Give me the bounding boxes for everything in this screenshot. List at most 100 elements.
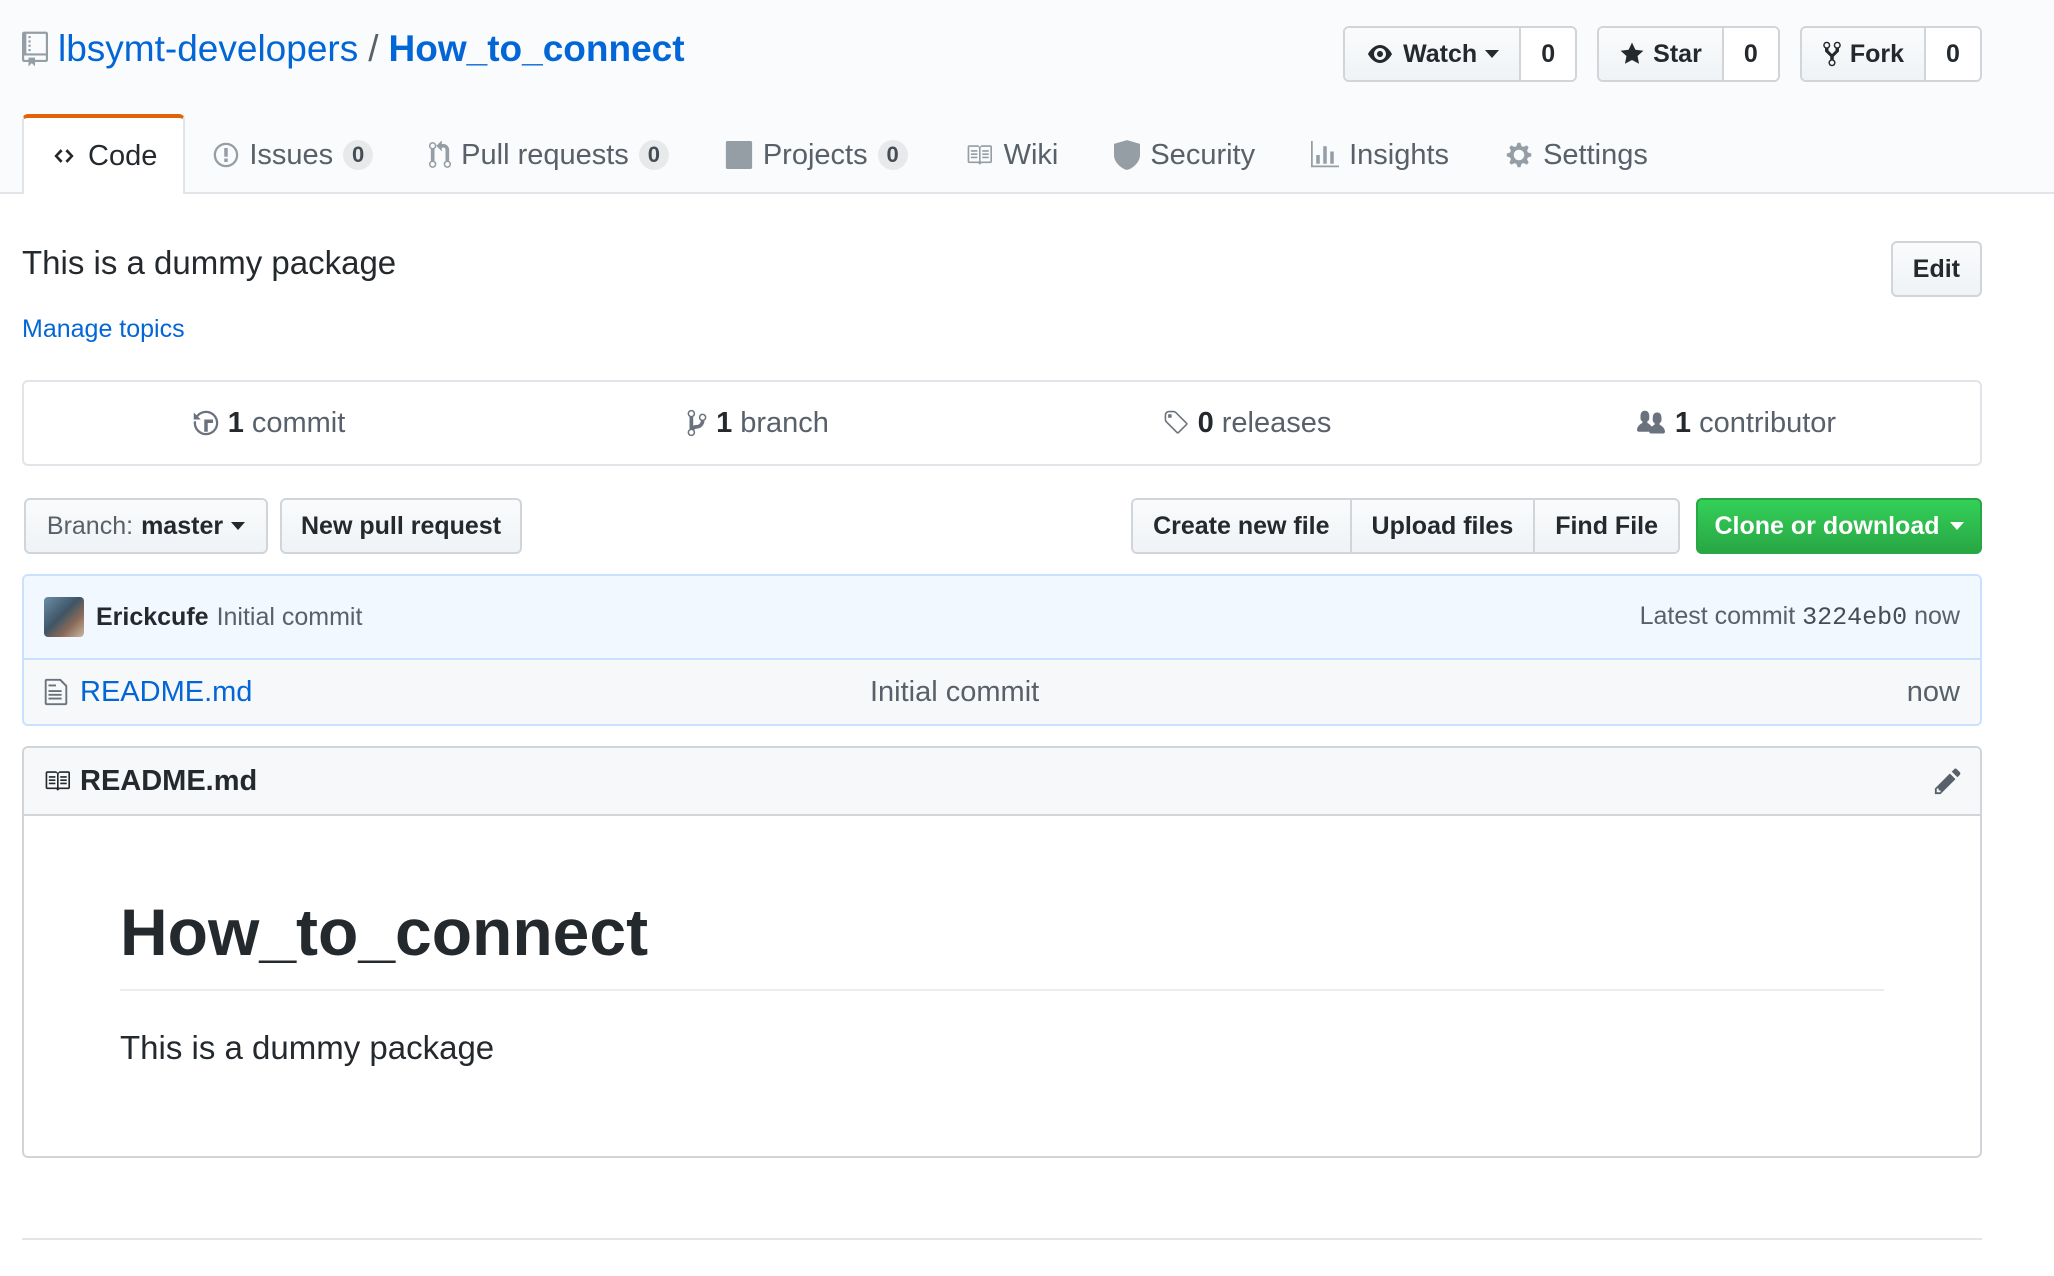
commits-summary[interactable]: 1 commit — [24, 382, 513, 464]
branches-label: branch — [740, 406, 829, 439]
tab-label: Wiki — [1003, 138, 1059, 171]
watch-count[interactable]: 0 — [1519, 28, 1576, 80]
releases-count: 0 — [1197, 406, 1214, 439]
chevron-down-icon — [1485, 50, 1500, 58]
branch-prefix: Branch: — [46, 511, 134, 540]
pull-requests-counter: 0 — [638, 140, 669, 170]
branches-count: 1 — [716, 406, 733, 439]
releases-summary[interactable]: 0 releases — [1002, 382, 1491, 464]
pencil-icon[interactable] — [1934, 766, 1962, 796]
repo-title: lbsymt-developers / How_to_connect — [22, 28, 685, 70]
file-actions-group: Create new file Upload files Find File — [1131, 498, 1680, 554]
repo-actions: Watch 0 Star 0 Fork 0 — [1343, 26, 1982, 82]
commit-sha-link[interactable]: 3224eb0 — [1802, 603, 1907, 632]
contributors-label: contributor — [1699, 406, 1837, 439]
table-row: README.md Initial commit now — [24, 660, 1980, 724]
fork-label: Fork — [1849, 39, 1904, 68]
issue-icon — [214, 142, 239, 168]
tab-insights[interactable]: Insights — [1283, 114, 1477, 194]
tab-label: Security — [1150, 138, 1256, 171]
tab-code[interactable]: Code — [22, 114, 186, 194]
file-commit-message-link[interactable]: Initial commit — [870, 676, 1039, 709]
repo-owner-link[interactable]: lbsymt-developers — [58, 28, 358, 70]
star-label: Star — [1653, 39, 1702, 68]
readme-filename: README.md — [80, 764, 258, 797]
tab-projects[interactable]: Projects 0 — [697, 114, 936, 194]
repo-header: lbsymt-developers / How_to_connect Watch… — [0, 0, 2054, 194]
tab-label: Settings — [1543, 138, 1648, 171]
tab-label: Insights — [1349, 138, 1450, 171]
chevron-down-icon — [1949, 522, 1964, 530]
file-table: Erickcufe Initial commit Latest commit 3… — [22, 574, 1982, 726]
clone-label: Clone or download — [1714, 511, 1940, 540]
clone-or-download-button[interactable]: Clone or download — [1696, 498, 1982, 554]
create-new-file-button[interactable]: Create new file — [1133, 500, 1350, 552]
history-icon — [193, 410, 218, 436]
fork-count[interactable]: 0 — [1924, 28, 1980, 80]
graph-icon — [1311, 141, 1340, 168]
commit-message-link[interactable]: Initial commit — [217, 603, 363, 632]
readme-heading: How_to_connect — [120, 896, 1884, 991]
file-name-link[interactable]: README.md — [80, 676, 252, 709]
find-file-button[interactable]: Find File — [1533, 500, 1678, 552]
star-count[interactable]: 0 — [1721, 28, 1778, 80]
commit-age: now — [1914, 602, 1960, 630]
branches-summary[interactable]: 1 branch — [513, 382, 1002, 464]
branch-select-button[interactable]: Branch: master — [24, 498, 268, 554]
branch-icon — [687, 409, 707, 437]
repo-description: This is a dummy package — [22, 244, 397, 281]
fork-group: Fork 0 — [1799, 26, 1982, 82]
people-icon — [1636, 410, 1665, 434]
latest-commit-info: Latest commit 3224eb0 now — [1640, 602, 1960, 632]
upload-files-button[interactable]: Upload files — [1349, 500, 1534, 552]
star-group: Star 0 — [1597, 26, 1780, 82]
edit-description-button[interactable]: Edit — [1890, 241, 1982, 297]
tab-security[interactable]: Security — [1086, 114, 1283, 194]
numbers-summary: 1 commit 1 branch 0 releases 1 contribut… — [22, 380, 1982, 466]
new-pull-request-button[interactable]: New pull request — [280, 498, 522, 554]
watch-button[interactable]: Watch — [1345, 28, 1520, 80]
branch-name: master — [141, 511, 224, 540]
releases-label: releases — [1221, 406, 1332, 439]
commit-author-link[interactable]: Erickcufe — [96, 603, 209, 632]
book-icon — [967, 145, 992, 165]
tab-issues[interactable]: Issues 0 — [185, 114, 401, 194]
repo-path-separator: / — [368, 28, 379, 69]
commit-tease: Erickcufe Initial commit Latest commit 3… — [24, 576, 1980, 660]
contributors-count: 1 — [1674, 406, 1692, 439]
contributors-summary[interactable]: 1 contributor — [1491, 382, 1980, 464]
tab-label: Projects — [762, 138, 868, 171]
latest-commit-label: Latest commit — [1639, 602, 1796, 630]
eye-icon — [1368, 45, 1393, 63]
pull-request-icon — [429, 140, 452, 168]
repo-icon — [22, 31, 48, 67]
commits-label: commit — [251, 406, 346, 439]
readme-paragraph: This is a dummy package — [120, 1028, 495, 1066]
gear-icon — [1506, 142, 1532, 168]
tab-pull-requests[interactable]: Pull requests 0 — [401, 114, 697, 194]
file-icon — [44, 678, 68, 706]
tab-label: Pull requests — [461, 138, 629, 171]
projects-counter: 0 — [877, 140, 908, 170]
star-button[interactable]: Star — [1599, 28, 1722, 80]
watch-label: Watch — [1403, 39, 1478, 68]
tab-settings[interactable]: Settings — [1477, 114, 1676, 194]
star-icon — [1620, 42, 1644, 64]
issues-counter: 0 — [343, 140, 374, 170]
readme-header: README.md — [24, 748, 1980, 816]
tab-wiki[interactable]: Wiki — [936, 114, 1087, 194]
tag-icon — [1164, 410, 1188, 434]
repo-nav-tabs: Code Issues 0 Pull requests 0 Projects 0… — [22, 114, 1676, 194]
fork-button[interactable]: Fork — [1801, 28, 1924, 80]
fork-icon — [1823, 41, 1841, 67]
tab-label: Code — [88, 139, 158, 172]
manage-topics-link[interactable]: Manage topics — [22, 315, 185, 344]
commits-count: 1 — [227, 406, 244, 439]
avatar[interactable] — [44, 597, 84, 637]
file-age: now — [1906, 675, 1960, 708]
shield-icon — [1114, 140, 1141, 170]
project-icon — [725, 141, 752, 169]
readme-content: How_to_connect This is a dummy package — [24, 896, 1980, 1067]
repo-name-link[interactable]: How_to_connect — [389, 28, 685, 70]
file-navigation: Branch: master New pull request Create n… — [22, 498, 1982, 554]
